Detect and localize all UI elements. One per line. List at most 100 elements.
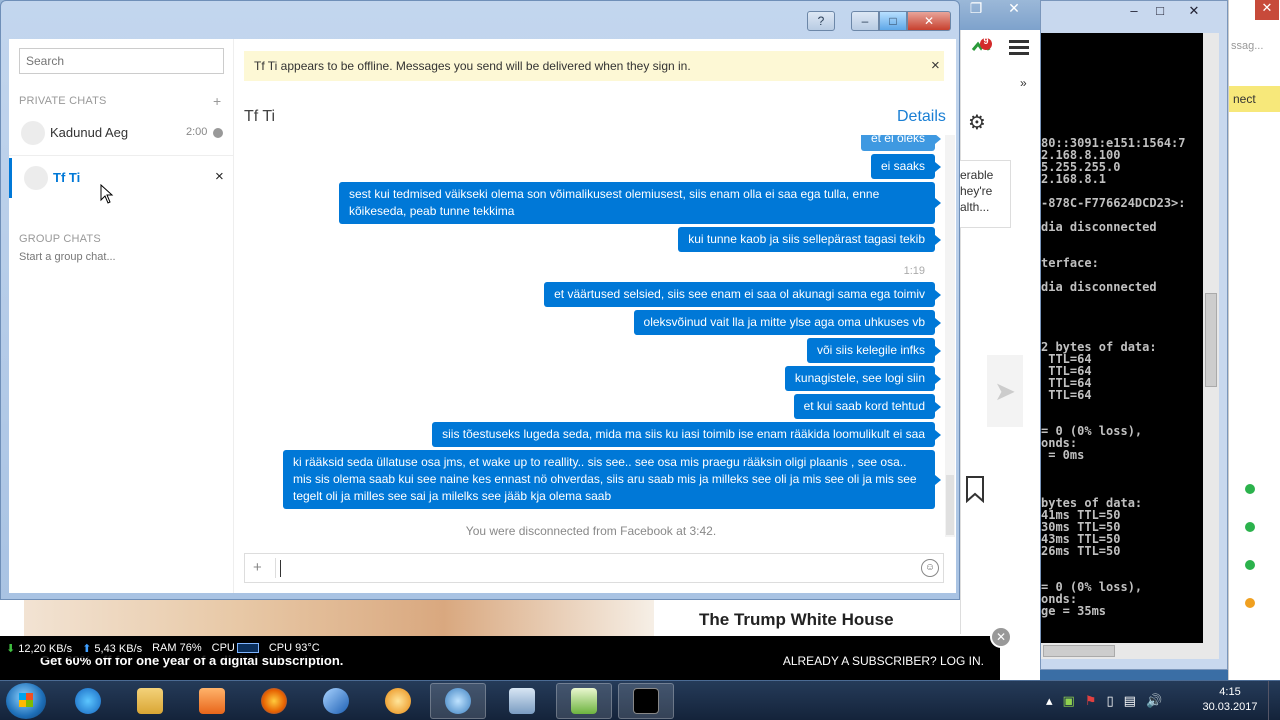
browser-restore-button[interactable]: ❐ [962, 0, 990, 18]
cmd-scroll-thumb[interactable] [1205, 293, 1217, 387]
search-input[interactable] [19, 48, 224, 74]
close-button[interactable]: ✕ [907, 11, 951, 31]
message-bubble[interactable]: et väärtused selsied, siis see enam ei s… [544, 282, 941, 307]
far-right-close-button[interactable]: ✕ [1255, 0, 1279, 20]
status-dot-green [1245, 560, 1255, 570]
cpu-usage: CPU [212, 642, 259, 654]
taskbar-skype[interactable] [430, 683, 486, 719]
article-card-text: erable hey're alth... [960, 168, 994, 214]
message-bubble[interactable]: oleksvõinud vait lla ja mitte ylse aga o… [633, 310, 942, 335]
message-bubble[interactable]: ki rääksid seda üllatuse osa jms, et wak… [283, 450, 941, 509]
next-arrow-icon[interactable]: ➤ [987, 355, 1023, 427]
bookmark-icon[interactable] [965, 475, 985, 504]
start-group-chat-link[interactable]: Start a group chat... [19, 251, 116, 263]
command-prompt-window: – □ ✕ 80::3091:e151:1564:7 2.168.8.100 5.2… [1040, 0, 1228, 670]
chat-item-tf-ti[interactable]: Tf Ti × [9, 158, 234, 198]
cmd-line: = 0ms [1041, 448, 1085, 462]
promo-close-button[interactable]: ✕ [990, 626, 1012, 648]
subscriber-login-link[interactable]: ALREADY A SUBSCRIBER? LOG IN. [783, 654, 984, 668]
cmd-line [1041, 305, 1203, 317]
details-link[interactable]: Details [897, 108, 946, 126]
composer-divider [275, 558, 276, 578]
far-right-window: ✕ ssag... nect [1228, 0, 1280, 684]
chat-time: 2:00 [186, 126, 208, 138]
taskbar-command-prompt[interactable] [618, 683, 674, 719]
message-composer[interactable]: + ☺ [244, 553, 944, 583]
message-bubble[interactable]: kui tunne kaob ja siis sellepärast tagas… [678, 227, 941, 252]
message-bubble[interactable]: et kui saab kord tehtud [793, 394, 942, 419]
cmd-maximize-button[interactable]: □ [1147, 3, 1173, 21]
add-attachment-button[interactable]: + [253, 559, 262, 576]
minimize-button[interactable]: – [851, 11, 879, 31]
task-manager-icon [571, 688, 597, 714]
tray-battery-icon[interactable]: ▯ [1106, 693, 1113, 709]
download-speed-value: 12,20 KB/s [18, 642, 73, 655]
hamburger-menu-icon[interactable] [1009, 40, 1029, 56]
magnifier-icon [385, 688, 411, 714]
gear-icon[interactable]: ⚙ [968, 110, 986, 135]
cmd-horizontal-scrollbar[interactable] [1041, 643, 1219, 659]
message-list[interactable]: et ei oleks ei saaks sest kui tedmised v… [235, 135, 947, 537]
firefox-icon [261, 688, 287, 714]
start-button[interactable] [6, 683, 46, 719]
message-bubble[interactable]: ei saaks [870, 154, 942, 179]
browser-close-button[interactable]: ✕ [1000, 0, 1028, 18]
tray-expand-icon[interactable]: ▴ [1046, 693, 1053, 709]
private-chats-heading: PRIVATE CHATS [19, 95, 107, 107]
tray-volume-icon[interactable]: 🔊 [1146, 693, 1162, 709]
taskbar-search-app[interactable] [370, 683, 426, 719]
chat-item-kadunud-aeg[interactable]: Kadunud Aeg 2:00 [9, 113, 234, 153]
message-scrollbar[interactable] [945, 135, 955, 537]
article-card[interactable]: erable hey're alth... [955, 160, 1011, 228]
conversation-title: Tf Ti [244, 108, 276, 125]
message-bubble[interactable]: sest kui tedmised väikseki olema son või… [339, 182, 941, 224]
upload-speed-value: 5,43 KB/s [94, 642, 143, 655]
windows-logo-icon [19, 693, 33, 707]
download-speed: ⬇ 12,20 KB/s [6, 642, 72, 655]
emoji-icon[interactable]: ☺ [921, 559, 939, 577]
taskbar: ▴ ▣ ⚑ ▯ ▤ 🔊 4:15 30.03.2017 [0, 680, 1280, 720]
taskbar-media-player[interactable] [184, 683, 240, 719]
tray-network-icon[interactable]: ▤ [1124, 693, 1136, 709]
double-chevron-icon[interactable]: » [1020, 76, 1027, 90]
message-bubble[interactable]: et ei oleks [860, 135, 942, 151]
taskbar-task-manager[interactable] [556, 683, 612, 719]
notification-badge-count: 9 [983, 36, 989, 46]
article-headline[interactable]: The Trump White House [699, 610, 894, 630]
message-bubble[interactable]: kunagistele, see logi siin [784, 366, 942, 391]
help-button[interactable]: ? [807, 11, 835, 31]
sidebar: PRIVATE CHATS + Kadunud Aeg 2:00 Tf Ti ×… [9, 39, 234, 593]
connect-button[interactable]: nect [1229, 86, 1280, 112]
cmd-close-button[interactable]: ✕ [1181, 3, 1207, 21]
skype-window: ? – □ ✕ PRIVATE CHATS + Kadunud Aeg 2:00… [0, 0, 960, 600]
offline-notice-banner: Tf Ti appears to be offline. Messages yo… [244, 51, 944, 81]
maximize-button[interactable]: □ [879, 11, 907, 31]
close-chat-button[interactable]: × [215, 168, 224, 185]
cmd-output[interactable]: 80::3091:e151:1564:7 2.168.8.100 5.255.255… [1041, 33, 1203, 643]
taskbar-app-bird[interactable] [308, 683, 364, 719]
taskbar-file-explorer[interactable] [122, 683, 178, 719]
taskbar-internet-explorer[interactable] [60, 683, 116, 719]
show-desktop-button[interactable] [1268, 681, 1280, 720]
cmd-hscroll-thumb[interactable] [1043, 645, 1115, 657]
internet-explorer-icon [75, 688, 101, 714]
add-chat-button[interactable]: + [213, 93, 221, 109]
command-prompt-icon [633, 688, 659, 714]
avatar [21, 121, 45, 145]
tray-flag-icon[interactable]: ⚑ [1085, 693, 1097, 709]
cmd-line [1041, 473, 1203, 485]
cmd-line [1041, 233, 1203, 245]
dismiss-banner-button[interactable]: × [931, 57, 940, 74]
tray-app-icon[interactable]: ▣ [1063, 693, 1075, 709]
taskbar-clock[interactable]: 4:15 30.03.2017 [1196, 685, 1264, 715]
ram-usage: RAM 76% [152, 642, 202, 654]
cmd-minimize-button[interactable]: – [1121, 3, 1147, 21]
message-bubble[interactable]: või siis kelegile infks [806, 338, 942, 363]
avatar [24, 166, 48, 190]
taskbar-firefox[interactable] [246, 683, 302, 719]
message-scroll-thumb[interactable] [946, 475, 954, 535]
cpu-label: CPU [211, 642, 235, 654]
message-bubble[interactable]: siis tõestuseks lugeda seda, mida ma sii… [432, 422, 941, 447]
taskbar-control-panel[interactable] [494, 683, 550, 719]
cmd-vertical-scrollbar[interactable] [1203, 33, 1219, 643]
